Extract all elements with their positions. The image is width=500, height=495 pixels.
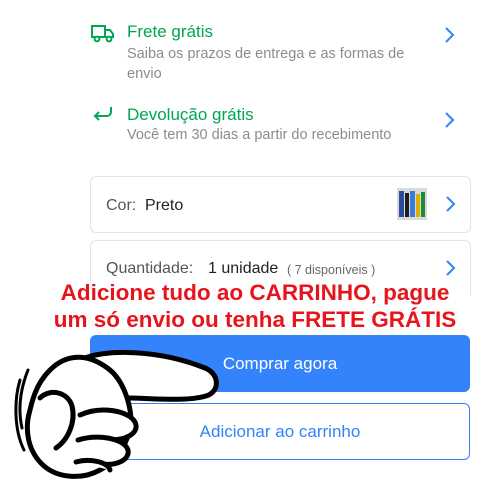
return-arrow-icon [90,103,116,125]
quantity-value: 1 unidade [208,260,279,277]
free-shipping-subtitle-1: Saiba os prazos de entrega e as formas d… [127,46,405,62]
free-shipping-subtitle-2: envio [127,66,162,82]
color-value: Preto [145,197,184,214]
truck-icon [90,22,116,44]
pointing-hand-icon [10,340,225,490]
promo-text-line-2: um só envio ou tenha FRETE GRÁTIS [53,307,457,332]
chevron-right-icon [442,111,456,129]
quantity-label: Quantidade: [106,260,194,277]
quantity-available: ( 7 disponíveis ) [287,263,376,277]
chevron-right-icon [443,195,457,213]
free-returns-row[interactable]: Devolução grátis Você tem 30 dias a part… [90,105,470,145]
promo-text-line-1: Adicione tudo ao CARRINHO, pague [60,280,450,305]
free-shipping-row[interactable]: Frete grátis Saiba os prazos de entrega … [90,22,470,82]
chevron-right-icon [443,259,457,277]
chevron-right-icon [442,26,456,44]
product-thumbnail [397,188,427,220]
free-returns-title: Devolução grátis [127,105,254,124]
free-shipping-title: Frete grátis [127,22,213,41]
color-label: Cor: [106,197,137,214]
color-selector[interactable]: Cor: Preto [90,176,471,233]
free-returns-subtitle: Você tem 30 dias a partir do recebimento [127,127,392,143]
